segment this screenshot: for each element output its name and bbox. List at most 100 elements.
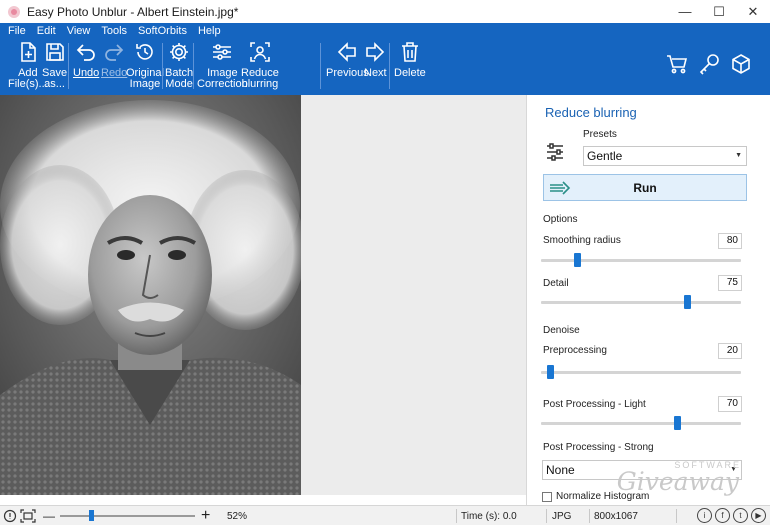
youtube-icon[interactable]: ▶ bbox=[751, 508, 766, 523]
menu-file[interactable]: File bbox=[8, 25, 26, 39]
redo-button[interactable]: Redo bbox=[101, 41, 127, 79]
denoise-label: Denoise bbox=[543, 325, 580, 336]
normalize-histogram-checkbox[interactable]: Normalize Histogram bbox=[542, 491, 649, 502]
run-label: Run bbox=[633, 180, 657, 195]
smoothing-radius-value[interactable]: 80 bbox=[718, 233, 742, 249]
delete-button[interactable]: Delete bbox=[394, 41, 426, 79]
toolbar-separator bbox=[389, 43, 390, 89]
preprocessing-slider[interactable] bbox=[541, 365, 741, 379]
menu-bar: File Edit View Tools SoftOrbits Help bbox=[8, 25, 221, 39]
arrow-right-icon bbox=[366, 42, 385, 62]
save-as-button[interactable]: Save as... bbox=[42, 41, 67, 90]
detail-value[interactable]: 75 bbox=[718, 275, 742, 291]
history-icon bbox=[136, 44, 153, 60]
menu-help[interactable]: Help bbox=[198, 25, 221, 39]
toolbar-separator bbox=[320, 43, 321, 89]
portrait-illustration bbox=[0, 95, 301, 495]
ribbon-right-icons bbox=[666, 53, 752, 75]
title-bar: Easy Photo Unblur - Albert Einstein.jpg*… bbox=[0, 0, 770, 23]
social-links: i f t ▶ bbox=[697, 508, 766, 523]
post-light-label: Post Processing - Light bbox=[543, 399, 646, 410]
status-separator bbox=[546, 509, 547, 523]
close-button[interactable]: ✕ bbox=[736, 0, 770, 23]
facebook-icon[interactable]: f bbox=[715, 508, 730, 523]
status-separator bbox=[676, 509, 677, 523]
post-strong-label: Post Processing - Strong bbox=[543, 442, 654, 453]
zoom-level: 52% bbox=[227, 510, 248, 522]
panel-title: Reduce blurring bbox=[545, 105, 637, 120]
reduce-blurring-button[interactable]: Reduce blurring bbox=[241, 41, 279, 90]
toolbar-separator bbox=[68, 43, 69, 89]
presets-dropdown[interactable]: Gentle ▼ bbox=[583, 146, 747, 166]
original-image-button[interactable]: Original Image bbox=[126, 41, 164, 90]
smoothing-radius-thumb[interactable] bbox=[574, 253, 581, 267]
preprocessing-label: Preprocessing bbox=[543, 345, 607, 356]
processing-time: Time (s): 0.0 bbox=[461, 510, 517, 522]
preprocessing-value[interactable]: 20 bbox=[718, 343, 742, 359]
run-arrow-icon bbox=[550, 181, 571, 195]
post-light-value[interactable]: 70 bbox=[718, 396, 742, 412]
info-zoom-icon[interactable] bbox=[3, 506, 17, 525]
zoom-fit-icon bbox=[3, 509, 17, 523]
minimize-button[interactable]: — bbox=[668, 0, 702, 23]
menu-softorbits[interactable]: SoftOrbits bbox=[138, 25, 187, 39]
status-separator bbox=[589, 509, 590, 523]
portrait-photo bbox=[0, 95, 301, 495]
undo-button[interactable]: Undo bbox=[73, 41, 99, 79]
twitter-icon[interactable]: t bbox=[733, 508, 748, 523]
trash-icon bbox=[401, 42, 418, 62]
status-separator bbox=[456, 509, 457, 523]
focus-person-icon bbox=[250, 42, 270, 62]
batch-mode-button[interactable]: Batch Mode bbox=[165, 41, 193, 90]
toolbar-separator bbox=[193, 43, 194, 89]
detail-slider[interactable] bbox=[541, 295, 741, 309]
normalize-histogram-label: Normalize Histogram bbox=[556, 491, 650, 502]
cart-icon[interactable] bbox=[666, 53, 688, 75]
maximize-button[interactable]: ☐ bbox=[702, 0, 736, 23]
presets-label: Presets bbox=[583, 129, 617, 140]
presets-sliders-icon bbox=[547, 143, 563, 161]
zoom-slider[interactable] bbox=[60, 515, 195, 517]
chevron-down-icon: ▼ bbox=[735, 152, 742, 159]
run-button[interactable]: Run bbox=[543, 174, 747, 201]
presets-value: Gentle bbox=[587, 149, 623, 163]
image-canvas[interactable] bbox=[0, 95, 526, 495]
preprocessing-thumb[interactable] bbox=[547, 365, 554, 379]
options-label: Options bbox=[543, 214, 578, 225]
post-light-thumb[interactable] bbox=[674, 416, 681, 430]
next-button[interactable]: Next bbox=[364, 41, 387, 79]
adjustments-icon bbox=[213, 44, 232, 60]
app-icon bbox=[8, 5, 20, 18]
window-controls: — ☐ ✕ bbox=[668, 0, 770, 23]
toolbar-separator bbox=[162, 43, 163, 89]
image-format: JPG bbox=[552, 510, 572, 522]
arrow-left-icon bbox=[338, 42, 357, 62]
add-file-icon bbox=[21, 42, 36, 62]
zoom-out-button[interactable]: — bbox=[43, 506, 55, 525]
menu-view[interactable]: View bbox=[67, 25, 91, 39]
checkbox-box[interactable] bbox=[542, 491, 552, 502]
window-title: Easy Photo Unblur - Albert Einstein.jpg* bbox=[27, 4, 239, 19]
gear-icon bbox=[170, 43, 189, 61]
image-dimensions: 800x1067 bbox=[594, 510, 638, 522]
box-icon[interactable] bbox=[730, 53, 752, 75]
zoom-in-button[interactable]: + bbox=[201, 506, 210, 525]
redo-icon bbox=[105, 44, 124, 61]
menu-edit[interactable]: Edit bbox=[37, 25, 56, 39]
zoom-slider-thumb[interactable] bbox=[89, 510, 94, 521]
info-icon[interactable]: i bbox=[697, 508, 712, 523]
previous-button[interactable]: Previous bbox=[326, 41, 369, 79]
menu-tools[interactable]: Tools bbox=[101, 25, 127, 39]
smoothing-radius-slider[interactable] bbox=[541, 253, 741, 267]
undo-icon bbox=[76, 44, 95, 61]
save-icon bbox=[45, 43, 64, 61]
fit-screen-button[interactable] bbox=[20, 506, 36, 525]
settings-panel: Reduce blurring Presets Gentle ▼ Run Opt… bbox=[526, 95, 770, 505]
post-strong-value: None bbox=[546, 463, 575, 477]
smoothing-radius-label: Smoothing radius bbox=[543, 235, 621, 246]
ribbon: File Edit View Tools SoftOrbits Help Add… bbox=[0, 23, 770, 95]
detail-thumb[interactable] bbox=[684, 295, 691, 309]
fit-screen-icon bbox=[20, 509, 36, 523]
post-light-slider[interactable] bbox=[541, 416, 741, 430]
key-icon[interactable] bbox=[698, 53, 720, 75]
